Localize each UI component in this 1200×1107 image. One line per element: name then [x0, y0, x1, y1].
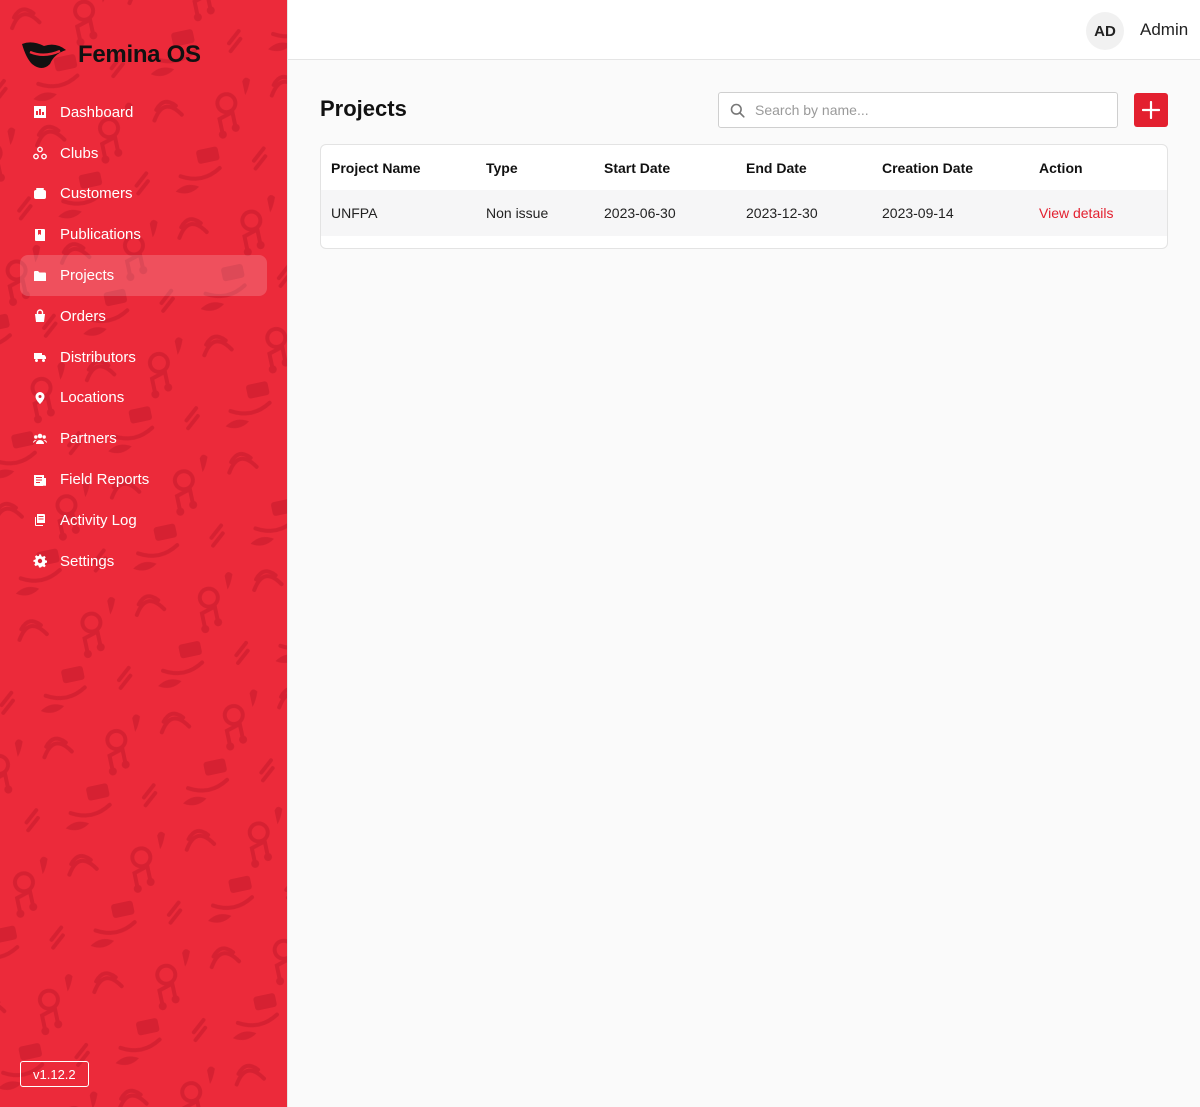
sidebar-item-label: Activity Log [60, 511, 137, 529]
sidebar-item-label: Customers [60, 185, 133, 203]
projects-table-card: Project Name Type Start Date End Date Cr… [320, 144, 1168, 249]
map-pin-icon [32, 390, 48, 406]
cell-end-date: 2023-12-30 [736, 190, 872, 236]
table-row: UNFPA Non issue 2023-06-30 2023-12-30 20… [321, 190, 1167, 236]
cell-start-date: 2023-06-30 [594, 190, 736, 236]
add-project-button[interactable] [1134, 93, 1168, 127]
sidebar-item-customers[interactable]: Customers [20, 174, 267, 215]
sidebar: Femina OS Dashboard Clubs Customers Publ… [0, 0, 288, 1107]
sidebar-item-label: Orders [60, 307, 106, 325]
brand-logo[interactable]: Femina OS [20, 38, 201, 72]
clubs-icon [32, 145, 48, 161]
sidebar-item-label: Dashboard [60, 103, 134, 121]
truck-icon [32, 349, 48, 365]
column-header-creation-date: Creation Date [882, 160, 974, 176]
sidebar-item-orders[interactable]: Orders [20, 296, 267, 337]
sidebar-item-label: Clubs [60, 144, 99, 162]
plus-icon [1142, 101, 1160, 119]
cell-creation-date: 2023-09-14 [872, 190, 1029, 236]
view-details-link[interactable]: View details [1029, 190, 1167, 236]
search-box[interactable] [718, 92, 1118, 128]
sidebar-item-activity-log[interactable]: Activity Log [20, 500, 267, 541]
sidebar-item-label: Distributors [60, 348, 136, 366]
sidebar-item-partners[interactable]: Partners [20, 418, 267, 459]
dashboard-icon [32, 104, 48, 120]
user-name[interactable]: Admin [1140, 20, 1188, 40]
version-badge: v1.12.2 [20, 1061, 89, 1087]
search-icon [719, 92, 755, 128]
top-bar: AD Admin [288, 0, 1200, 60]
sidebar-item-label: Settings [60, 552, 115, 570]
search-input[interactable] [755, 102, 1105, 118]
gear-icon [32, 553, 48, 569]
sidebar-item-locations[interactable]: Locations [20, 378, 267, 419]
projects-table: Project Name Type Start Date End Date Cr… [321, 146, 1167, 236]
sidebar-item-field-reports[interactable]: Field Reports [20, 459, 267, 500]
sidebar-item-label: Locations [60, 389, 125, 407]
column-header-start-date: Start Date [604, 160, 671, 176]
report-icon [32, 472, 48, 488]
sidebar-item-label: Partners [60, 430, 117, 448]
sidebar-nav: Dashboard Clubs Customers Publications P… [20, 92, 267, 582]
column-header-end-date: End Date [746, 160, 807, 176]
column-header-type: Type [486, 160, 518, 176]
column-header-action: Action [1039, 160, 1083, 176]
activity-log-icon [32, 512, 48, 528]
cell-project-name: UNFPA [321, 190, 476, 236]
shopping-bag-icon [32, 308, 48, 324]
folder-icon [32, 268, 48, 284]
brand-name: Femina OS [78, 41, 201, 68]
sidebar-item-label: Field Reports [60, 471, 150, 489]
sidebar-item-dashboard[interactable]: Dashboard [20, 92, 267, 133]
sidebar-item-clubs[interactable]: Clubs [20, 133, 267, 174]
sidebar-item-projects[interactable]: Projects [20, 255, 267, 296]
sidebar-item-label: Projects [60, 267, 115, 285]
column-header-project-name: Project Name [331, 160, 421, 176]
customers-icon [32, 186, 48, 202]
page-title: Projects [320, 96, 407, 121]
table-header-row: Project Name Type Start Date End Date Cr… [321, 146, 1167, 190]
cell-type: Non issue [476, 190, 594, 236]
sidebar-item-label: Publications [60, 226, 141, 244]
sidebar-item-distributors[interactable]: Distributors [20, 337, 267, 378]
avatar[interactable]: AD [1086, 12, 1124, 50]
sidebar-item-publications[interactable]: Publications [20, 214, 267, 255]
lips-logo-icon [22, 42, 66, 68]
publications-icon [32, 227, 48, 243]
sidebar-item-settings[interactable]: Settings [20, 541, 267, 582]
users-icon [32, 431, 48, 447]
